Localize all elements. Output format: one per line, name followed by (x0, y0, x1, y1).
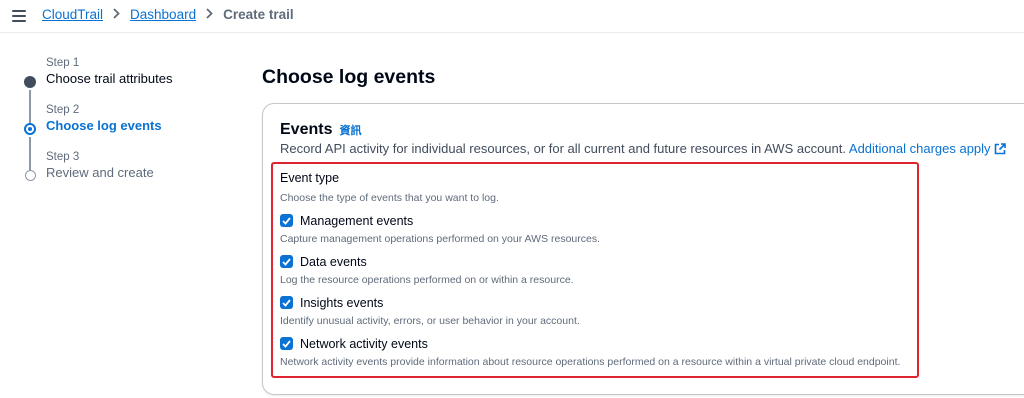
checkbox-checked-icon (280, 255, 293, 268)
option-label: Insights events (300, 295, 384, 310)
breadcrumb-cloudtrail[interactable]: CloudTrail (42, 7, 103, 22)
events-panel: Events 資訊 Record API activity for indivi… (262, 103, 1024, 395)
option-label: Network activity events (300, 336, 428, 351)
panel-title: Events (280, 121, 333, 138)
step-complete-icon (24, 76, 36, 88)
panel-description: Record API activity for individual resou… (280, 141, 1006, 158)
option-management-events: Management events Capture management ope… (280, 212, 900, 246)
option-description: Identify unusual activity, errors, or us… (280, 315, 580, 327)
step-number: Step 3 (46, 151, 80, 163)
checkbox-checked-icon (280, 337, 293, 350)
chevron-right-icon (113, 7, 120, 22)
step-number: Step 2 (46, 104, 80, 116)
chevron-right-icon (206, 7, 213, 22)
additional-charges-label: Additional charges apply (848, 141, 991, 156)
management-events-checkbox[interactable]: Management events (280, 212, 900, 229)
step-label: Choose log events (46, 118, 162, 133)
option-insights-events: Insights events Identify unusual activit… (280, 294, 900, 328)
insights-events-checkbox[interactable]: Insights events (280, 294, 900, 311)
step-current-icon (24, 123, 36, 135)
external-link-icon (994, 143, 1006, 158)
top-bar: CloudTrail Dashboard Create trail (0, 0, 1024, 33)
option-label: Data events (300, 254, 367, 269)
panel-header: Events 資訊 (280, 121, 361, 139)
additional-charges-link[interactable]: Additional charges apply (849, 141, 1006, 156)
page-title: Choose log events (262, 66, 436, 88)
data-events-checkbox[interactable]: Data events (280, 253, 900, 270)
hamburger-menu-icon[interactable] (12, 10, 26, 22)
option-description: Log the resource operations performed on… (280, 274, 574, 286)
breadcrumb: CloudTrail Dashboard Create trail (42, 7, 294, 22)
breadcrumb-current: Create trail (223, 7, 294, 22)
option-label: Management events (300, 213, 414, 228)
option-network-activity-events: Network activity events Network activity… (280, 335, 900, 369)
step-pending-icon (25, 170, 36, 181)
wizard-steps: Step 1 Choose trail attributes Step 2 Ch… (22, 56, 222, 197)
panel-description-text: Record API activity for individual resou… (280, 141, 846, 156)
event-type-group: Event type Choose the type of events tha… (280, 170, 900, 369)
checkbox-checked-icon (280, 214, 293, 227)
event-type-title: Event type (280, 171, 340, 185)
info-link[interactable]: 資訊 (339, 122, 361, 138)
option-data-events: Data events Log the resource operations … (280, 253, 900, 287)
option-description: Capture management operations performed … (280, 233, 601, 245)
step-number: Step 1 (46, 57, 80, 69)
step-3: Step 3 Review and create (22, 150, 222, 197)
step-label: Review and create (46, 165, 154, 180)
step-label[interactable]: Choose trail attributes (46, 70, 222, 88)
breadcrumb-dashboard[interactable]: Dashboard (130, 7, 196, 22)
checkbox-checked-icon (280, 296, 293, 309)
network-activity-events-checkbox[interactable]: Network activity events (280, 335, 900, 352)
step-1[interactable]: Step 1 Choose trail attributes (22, 56, 222, 124)
event-type-highlight: Event type Choose the type of events tha… (271, 162, 919, 378)
event-type-description: Choose the type of events that you want … (280, 192, 499, 204)
step-2: Step 2 Choose log events (22, 103, 222, 171)
option-description: Network activity events provide informat… (280, 356, 901, 368)
